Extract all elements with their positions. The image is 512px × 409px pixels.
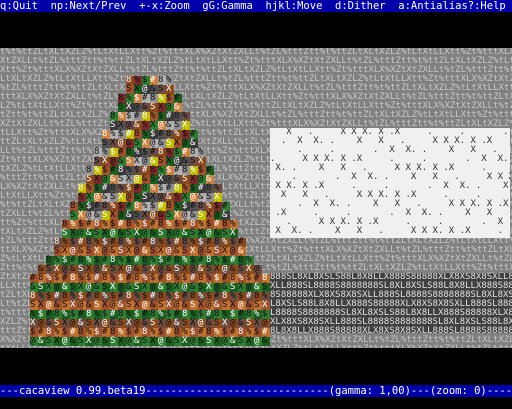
ascii-light-panel: X . X X X. X .X . . . . X X. . X X . X X… (270, 128, 510, 238)
image-viewport[interactable]: t%t%ttZLtXLtXZLZ%tLtXtLLXtt%Zt%tttXLX%XZ… (0, 48, 512, 348)
status-bar: ---cacaview 0.99.beta19-----------------… (0, 385, 512, 397)
ascii-dark-strip: 888SL8XL8XSLS88L8X8LLX888S88888XLX8XS8X8… (270, 273, 512, 333)
top-help-bar: q:Quit np:Next/Prev +-x:Zoom gG:Gamma hj… (0, 0, 512, 12)
ascii-figure: 8% $ #8% S X @ & S X 8% $ #8% $ # S X @ & S X @ & 8% $ #8% $ #8% S X… (30, 76, 270, 348)
